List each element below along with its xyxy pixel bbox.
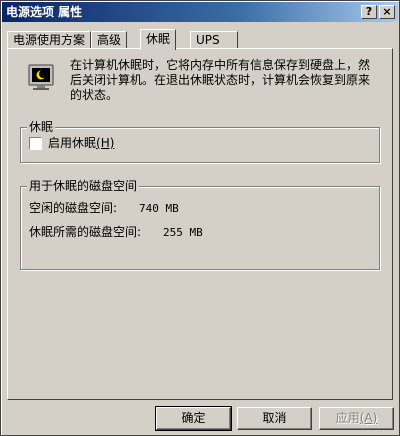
- enable-hibernate-hotkey: (H): [96, 136, 115, 150]
- disk-space-groupbox: 用于休眠的磁盘空间 空闲的磁盘空间: 740 MB 休眠所需的磁盘空间: 255…: [20, 179, 380, 270]
- apply-button[interactable]: 应用(A): [319, 407, 394, 430]
- apply-hotkey: (A): [359, 411, 378, 425]
- cancel-button[interactable]: 取消: [237, 407, 312, 430]
- title-bar[interactable]: 电源选项 属性 ? ×: [2, 2, 398, 22]
- hibernate-groupbox: 休眠 启用休眠(H): [20, 120, 380, 163]
- close-button[interactable]: ×: [379, 5, 395, 19]
- help-button[interactable]: ?: [361, 5, 377, 19]
- hibernate-description: 在计算机休眠时，它将内存中所有信息保存到硬盘上，然后关闭计算机。在退出休眠状态时…: [70, 58, 371, 102]
- tab-hibernate[interactable]: 休眠: [140, 29, 177, 50]
- enable-hibernate-label[interactable]: 启用休眠(H): [48, 136, 114, 150]
- enable-hibernate-checkbox[interactable]: [29, 137, 42, 150]
- required-space-label: 休眠所需的磁盘空间:: [29, 225, 142, 239]
- free-space-value: 740 MB: [139, 202, 179, 215]
- apply-text: 应用: [335, 411, 360, 425]
- close-icon: ×: [382, 5, 392, 18]
- ok-button[interactable]: 确定: [155, 406, 232, 431]
- tab-ups[interactable]: UPS: [190, 31, 238, 48]
- window-title: 电源选项 属性: [6, 5, 83, 19]
- tab-power-schemes[interactable]: 电源使用方案: [7, 31, 92, 48]
- free-space-label: 空闲的磁盘空间:: [29, 201, 118, 215]
- properties-dialog: 电源选项 属性 ? × 电源使用方案 高级 休眠 UPS 在计算机休眠时，它将内…: [0, 0, 400, 436]
- help-icon: ?: [365, 5, 373, 18]
- disk-space-group-legend: 用于休眠的磁盘空间: [27, 179, 140, 193]
- required-space-value: 255 MB: [163, 226, 203, 239]
- enable-hibernate-text: 启用休眠: [48, 136, 97, 150]
- hibernate-group-legend: 休眠: [27, 120, 56, 134]
- hibernate-monitor-icon: [28, 64, 54, 90]
- hibernate-tab-panel: 在计算机休眠时，它将内存中所有信息保存到硬盘上，然后关闭计算机。在退出休眠状态时…: [7, 48, 393, 400]
- tab-advanced[interactable]: 高级: [91, 31, 128, 48]
